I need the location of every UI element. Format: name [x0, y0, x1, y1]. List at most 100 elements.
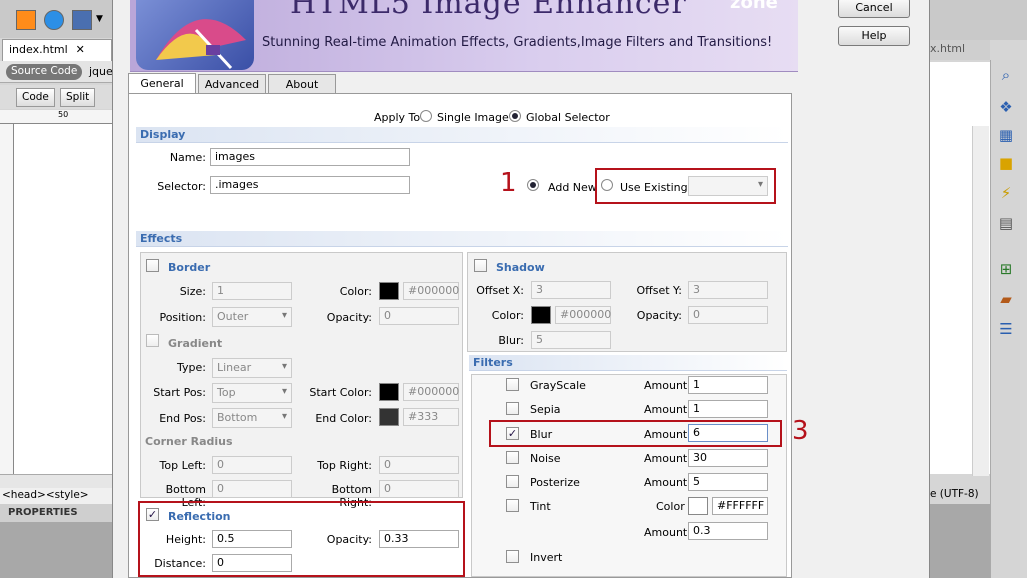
- gradient-startcolor-input[interactable]: #000000: [403, 383, 459, 401]
- border-position-select[interactable]: Outer: [212, 307, 292, 327]
- gradient-startpos-select[interactable]: Top: [212, 383, 292, 403]
- border-size-label: Size:: [179, 285, 206, 298]
- reflection-height-input[interactable]: 0.5: [212, 530, 292, 548]
- shadow-blur-label: Blur:: [498, 334, 524, 347]
- tab-advanced[interactable]: Advanced: [198, 74, 266, 94]
- source-code-button[interactable]: Source Code: [6, 64, 83, 80]
- noise-amount-input[interactable]: 30: [688, 449, 768, 467]
- design-canvas[interactable]: [14, 124, 112, 474]
- noise-amount-label: Amount: [644, 452, 688, 465]
- effects-section-title: Effects: [136, 231, 788, 247]
- layout-icon[interactable]: [72, 10, 92, 30]
- code-view-button[interactable]: Code: [16, 88, 55, 107]
- gradient-endpos-select[interactable]: Bottom: [212, 408, 292, 428]
- existing-select[interactable]: [688, 176, 768, 196]
- shadow-opacity-label: Opacity:: [636, 309, 682, 322]
- insert-icon[interactable]: ⌕: [996, 66, 1016, 84]
- ap-elements-icon[interactable]: ▦: [996, 126, 1016, 144]
- gradient-checkbox[interactable]: [146, 334, 159, 347]
- gradient-endcolor-swatch[interactable]: [379, 408, 399, 426]
- tag-head[interactable]: <head>: [2, 489, 46, 501]
- border-opacity-input[interactable]: 0: [379, 307, 459, 325]
- snippets-icon[interactable]: ▤: [996, 214, 1016, 232]
- posterize-amount-input[interactable]: 5: [688, 473, 768, 491]
- vertical-scrollbar[interactable]: [972, 126, 989, 476]
- app-icon[interactable]: [16, 10, 36, 30]
- corner-tl-input[interactable]: 0: [212, 456, 292, 474]
- blur-label: Blur: [530, 428, 553, 441]
- files-icon[interactable]: ⊞: [996, 260, 1016, 278]
- invert-label: Invert: [530, 551, 563, 564]
- shadow-ox-input[interactable]: 3: [531, 281, 611, 299]
- sepia-checkbox[interactable]: [506, 402, 519, 415]
- cancel-button[interactable]: Cancel: [838, 0, 910, 18]
- encoding-label: e (UTF-8): [930, 488, 979, 500]
- related-file[interactable]: jque: [89, 65, 113, 78]
- border-color-swatch[interactable]: [379, 282, 399, 300]
- display-section-title: Display: [136, 127, 788, 143]
- file-tab[interactable]: index.html ✕: [2, 39, 112, 61]
- corner-br-input[interactable]: 0: [379, 480, 459, 498]
- tint-color-input[interactable]: #FFFFFF: [712, 497, 768, 515]
- properties-panel: [0, 522, 112, 578]
- invert-checkbox[interactable]: [506, 550, 519, 563]
- gradient-type-select[interactable]: Linear: [212, 358, 292, 378]
- refresh-icon[interactable]: [44, 10, 64, 30]
- shadow-color-swatch[interactable]: [531, 306, 551, 324]
- shadow-blur-input[interactable]: 5: [531, 331, 611, 349]
- global-selector-radio[interactable]: [509, 110, 521, 122]
- reflection-checkbox[interactable]: ✓: [146, 508, 159, 521]
- horizontal-scrollbar[interactable]: [0, 474, 112, 488]
- sepia-amount-input[interactable]: 1: [688, 400, 768, 418]
- gradient-endcolor-input[interactable]: #333: [403, 408, 459, 426]
- chevron-down-icon[interactable]: ▼: [96, 14, 103, 24]
- horizontal-ruler: 50: [0, 110, 112, 124]
- tab-about[interactable]: About: [268, 74, 336, 94]
- blur-checkbox[interactable]: ✓: [506, 427, 519, 440]
- shadow-oy-input[interactable]: 3: [688, 281, 768, 299]
- tag-selector: <head><style>: [0, 488, 112, 504]
- help-button[interactable]: Help: [838, 26, 910, 46]
- posterize-checkbox[interactable]: [506, 475, 519, 488]
- right-toolbar: [930, 0, 1027, 40]
- css-icon[interactable]: ❖: [996, 98, 1016, 116]
- right-bottom-panel: [930, 504, 990, 578]
- tint-color-swatch[interactable]: [688, 497, 708, 515]
- grayscale-amount-label: Amount: [644, 379, 688, 392]
- border-size-input[interactable]: 1: [212, 282, 292, 300]
- list-icon[interactable]: ☰: [996, 320, 1016, 338]
- border-checkbox[interactable]: [146, 259, 159, 272]
- tint-amount-input[interactable]: 0.3: [688, 522, 768, 540]
- single-image-radio[interactable]: [420, 110, 432, 122]
- selector-input[interactable]: .images: [210, 176, 410, 194]
- tag-style[interactable]: <style>: [46, 489, 89, 501]
- add-new-radio[interactable]: [527, 179, 539, 191]
- reflection-distance-input[interactable]: 0: [212, 554, 292, 572]
- split-view-button[interactable]: Split: [60, 88, 96, 107]
- blur-amount-input[interactable]: 6: [688, 424, 768, 442]
- corner-tr-input[interactable]: 0: [379, 456, 459, 474]
- shadow-checkbox[interactable]: [474, 259, 487, 272]
- grayscale-amount-input[interactable]: 1: [688, 376, 768, 394]
- right-file-tab[interactable]: x.html: [930, 40, 990, 60]
- noise-checkbox[interactable]: [506, 451, 519, 464]
- shadow-color-input[interactable]: #000000: [555, 306, 611, 324]
- selector-label: Selector:: [157, 180, 206, 193]
- shadow-opacity-input[interactable]: 0: [688, 306, 768, 324]
- sepia-label: Sepia: [530, 403, 561, 416]
- bag-icon[interactable]: ▰: [996, 290, 1016, 308]
- reflection-opacity-input[interactable]: 0.33: [379, 530, 459, 548]
- tint-checkbox[interactable]: [506, 499, 519, 512]
- assets-icon[interactable]: ■: [996, 154, 1016, 172]
- use-existing-radio[interactable]: [601, 179, 613, 191]
- behaviors-icon[interactable]: ⚡: [996, 184, 1016, 202]
- single-image-label: Single Image: [437, 111, 509, 124]
- tab-general[interactable]: General: [128, 73, 196, 95]
- border-color-input[interactable]: #000000: [403, 282, 459, 300]
- name-input[interactable]: images: [210, 148, 410, 166]
- gradient-startcolor-swatch[interactable]: [379, 383, 399, 401]
- corner-bl-input[interactable]: 0: [212, 480, 292, 498]
- grayscale-checkbox[interactable]: [506, 378, 519, 391]
- close-icon[interactable]: ✕: [76, 43, 85, 56]
- add-new-label: Add New: [548, 181, 597, 194]
